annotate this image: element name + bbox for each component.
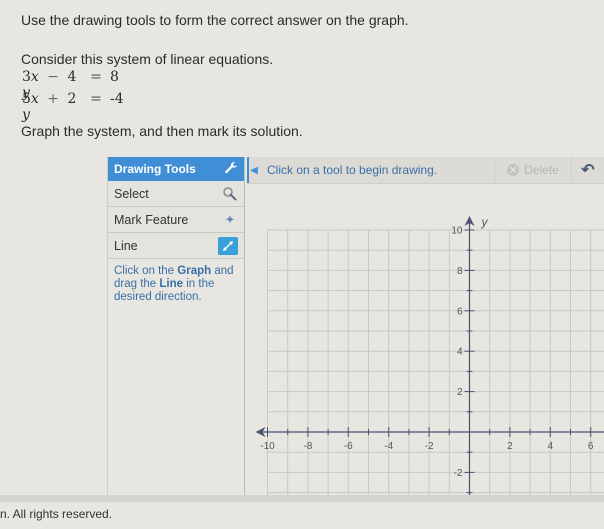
x-tick-label: -4 (384, 441, 393, 452)
x-tick-label: 4 (548, 441, 554, 452)
delete-label: Delete (524, 163, 559, 177)
x-tick-label: 6 (588, 441, 594, 452)
x-tick-label: 2 (507, 441, 513, 452)
undo-button[interactable]: ↶ (571, 157, 604, 183)
y-tick-label: 8 (457, 266, 463, 277)
y-tick-label: 10 (451, 226, 463, 237)
collapse-left-icon[interactable]: ◀ (247, 157, 259, 183)
equation-2: 5x + 2y = -4 (22, 91, 124, 123)
y-tick-label: 4 (457, 347, 463, 358)
line-arrows-icon (218, 236, 238, 255)
instruction-text: Use the drawing tools to form the correc… (21, 12, 409, 28)
undo-icon: ↶ (581, 162, 595, 179)
x-tick-label: -8 (303, 441, 312, 452)
task-text: Graph the system, and then mark its solu… (21, 123, 303, 139)
select-pointer-icon (222, 186, 238, 202)
tool-mark-feature[interactable]: Mark Feature ✦ (108, 207, 244, 233)
x-tick-label: -10 (260, 441, 275, 452)
status-text: Click on a tool to begin drawing. (267, 163, 438, 177)
y-tick-label: -2 (454, 468, 463, 479)
tool-line-label: Line (114, 238, 138, 253)
y-axis-label: y (481, 215, 489, 229)
tool-line[interactable]: Line (108, 233, 244, 259)
close-circle-icon: ✕ (507, 164, 520, 176)
drawing-tools-panel: Drawing Tools Select Mark Feature ✦ Line… (107, 157, 245, 495)
consider-text: Consider this system of linear equations… (21, 51, 274, 67)
sparkle-icon: ✦ (224, 211, 236, 227)
y-tick-label: 2 (457, 387, 463, 398)
wrench-icon (224, 161, 238, 178)
grid-lines (267, 229, 604, 495)
tool-select[interactable]: Select (108, 181, 244, 207)
footer-divider (0, 495, 604, 502)
coordinate-graph[interactable]: y -10 -8 -6 -4 -2 2 4 6 10 8 6 4 2 -2 (247, 184, 604, 495)
drawing-tools-title: Drawing Tools (114, 162, 196, 176)
delete-button[interactable]: ✕ Delete (494, 157, 571, 183)
drawing-tools-header: Drawing Tools (108, 157, 244, 181)
copyright-text: n. All rights reserved. (0, 507, 113, 521)
tool-hint: Click on the Graph and drag the Line in … (114, 265, 234, 303)
tool-mark-feature-label: Mark Feature (114, 212, 189, 227)
x-tick-label: -2 (425, 441, 434, 452)
graph-toolbar: ◀ Click on a tool to begin drawing. ✕ De… (247, 157, 604, 184)
y-tick-label: 6 (457, 306, 463, 317)
x-tick-label: -6 (344, 441, 353, 452)
tool-select-label: Select (114, 186, 149, 201)
